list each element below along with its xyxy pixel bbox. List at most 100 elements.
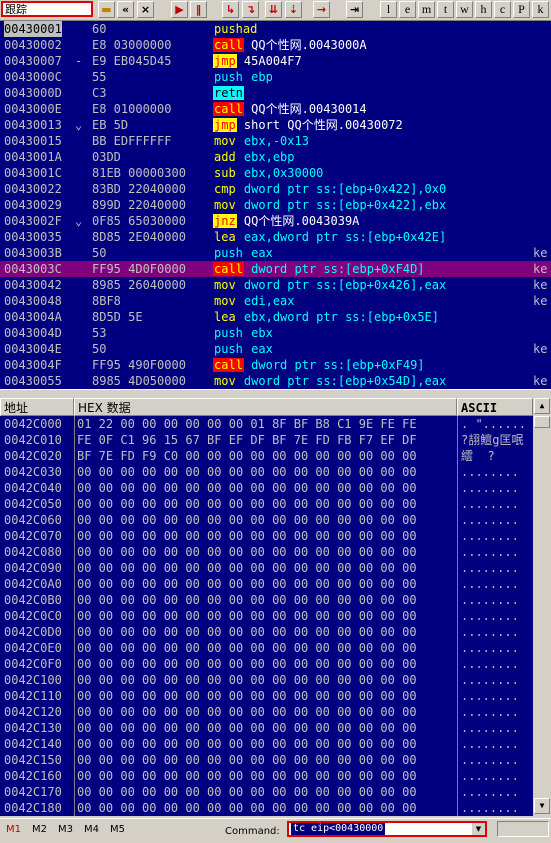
disasm-row[interactable]: 00430013 ⌄ EB 5D jmp short QQ个性网.00430072	[0, 117, 551, 133]
dump-row[interactable]: 0042C060 00 00 00 00 00 00 00 00 00 00 00…	[0, 512, 533, 528]
dump-row[interactable]: 0042C0B0 00 00 00 00 00 00 00 00 00 00 00…	[0, 592, 533, 608]
threads-window-button[interactable]: t	[437, 1, 454, 18]
memory-window-button[interactable]: m	[418, 1, 435, 18]
disassembly-pane[interactable]: 00430001 60 pushad 00430002 E8 03000000 call …	[0, 21, 551, 389]
cpu-window-button[interactable]: c	[494, 1, 511, 18]
dump-row[interactable]: 0042C030 00 00 00 00 00 00 00 00 00 00 00…	[0, 464, 533, 480]
mnemonic: call	[213, 102, 244, 116]
disasm-row[interactable]: 0043003C FF95 4D0F0000 call dword ptr ss:[…	[0, 261, 551, 277]
dump-row[interactable]: 0042C160 00 00 00 00 00 00 00 00 00 00 00…	[0, 768, 533, 784]
rewind-icon[interactable]: «	[117, 1, 134, 18]
disasm-row[interactable]: 0043000C 55 push ebp	[0, 69, 551, 85]
memory-tab-m2[interactable]: M2	[32, 824, 47, 835]
trace-into-icon[interactable]: ⇊	[265, 1, 282, 18]
chevron-down-icon[interactable]: ▼	[472, 823, 485, 835]
dump-row[interactable]: 0042C0D0 00 00 00 00 00 00 00 00 00 00 00…	[0, 624, 533, 640]
dump-scrollbar[interactable]: ▲ ▼	[533, 398, 551, 816]
scroll-down-icon[interactable]: ▼	[534, 798, 550, 814]
dump-hex: 00 00 00 00 00 00 00 00 00 00 00 00 00 0…	[77, 673, 417, 687]
disasm-address: 0043004A	[4, 310, 62, 324]
dump-row[interactable]: 0042C110 00 00 00 00 00 00 00 00 00 00 00…	[0, 688, 533, 704]
call-stack-window-button[interactable]: k	[532, 1, 549, 18]
dump-hex: FE 0F C1 96 15 67 BF EF DF BF 7E FD FB F…	[77, 433, 417, 447]
dump-row[interactable]: 0042C120 00 00 00 00 00 00 00 00 00 00 00…	[0, 704, 533, 720]
dump-row[interactable]: 0042C0E0 00 00 00 00 00 00 00 00 00 00 00…	[0, 640, 533, 656]
dump-header-address[interactable]: 地址	[0, 398, 74, 416]
disasm-instruction: mov dword ptr ss:[ebp+0x54D],eax	[213, 373, 446, 389]
dump-row[interactable]: 0042C000 01 22 00 00 00 00 00 00 01 8F BF…	[0, 416, 533, 432]
goto-icon[interactable]: ⇥	[346, 1, 363, 18]
disasm-hex: 8D85 2E040000	[92, 230, 186, 244]
dump-row[interactable]: 0042C0C0 00 00 00 00 00 00 00 00 00 00 00…	[0, 608, 533, 624]
disasm-row[interactable]: 00430001 60 pushad	[0, 21, 551, 37]
memory-tab-m1[interactable]: M1	[6, 824, 21, 835]
disasm-row[interactable]: 0043002F ⌄ 0F85 65030000 jnz QQ个性网.0043039A	[0, 213, 551, 229]
disasm-row[interactable]: 00430007- E9 EB045D45 jmp 45A004F7	[0, 53, 551, 69]
execute-till-return-icon[interactable]: →	[313, 1, 330, 18]
dump-hex: 00 00 00 00 00 00 00 00 00 00 00 00 00 0…	[77, 513, 417, 527]
scroll-thumb[interactable]	[534, 416, 550, 428]
step-into-icon[interactable]: ↳	[222, 1, 239, 18]
modules-window-button[interactable]: e	[399, 1, 416, 18]
disasm-row[interactable]: 00430015 BB EDFFFFFF mov ebx,-0x13	[0, 133, 551, 149]
disasm-row[interactable]: 00430035 8D85 2E040000 lea eax,dword ptr s…	[0, 229, 551, 245]
dump-row[interactable]: 0042C170 00 00 00 00 00 00 00 00 00 00 00…	[0, 784, 533, 800]
disasm-row[interactable]: 0043003B 50 push eax ke	[0, 245, 551, 261]
disasm-row[interactable]: 0043000E E8 01000000 call QQ个性网.00430014	[0, 101, 551, 117]
command-input[interactable]: tc eip<00430000 ▼	[287, 821, 487, 837]
disasm-instruction: cmp dword ptr ss:[ebp+0x422],0x0	[213, 181, 446, 197]
dump-pane[interactable]: 0042C000 01 22 00 00 00 00 00 00 01 8F BF…	[0, 416, 533, 816]
dump-row[interactable]: 0042C010 FE 0F C1 96 15 67 BF EF DF BF 7E…	[0, 432, 533, 448]
memory-tab-m3[interactable]: M3	[58, 824, 73, 835]
memory-tab-m5[interactable]: M5	[110, 824, 125, 835]
dump-row[interactable]: 0042C0A0 00 00 00 00 00 00 00 00 00 00 00…	[0, 576, 533, 592]
pause-icon[interactable]: ‖	[190, 1, 207, 18]
disasm-row[interactable]: 00430029 899D 22040000 mov dword ptr ss:[e…	[0, 197, 551, 213]
disasm-row[interactable]: 0043001A 03DD add ebx,ebp	[0, 149, 551, 165]
dump-row[interactable]: 0042C050 00 00 00 00 00 00 00 00 00 00 00…	[0, 496, 533, 512]
close-icon[interactable]: ×	[137, 1, 154, 18]
dump-row[interactable]: 0042C0F0 00 00 00 00 00 00 00 00 00 00 00…	[0, 656, 533, 672]
handles-window-button[interactable]: h	[475, 1, 492, 18]
operands: dword ptr ss:[ebp+0x54D],eax	[243, 374, 447, 388]
dump-hex: 00 00 00 00 00 00 00 00 00 00 00 00 00 0…	[77, 465, 417, 479]
dump-row[interactable]: 0042C040 00 00 00 00 00 00 00 00 00 00 00…	[0, 480, 533, 496]
disasm-row[interactable]: 00430055 8985 4D050000 mov dword ptr ss:[e…	[0, 373, 551, 389]
dump-header-ascii[interactable]: ASCII	[457, 398, 533, 416]
dump-address: 0042C180	[4, 801, 62, 815]
dump-row[interactable]: 0042C180 00 00 00 00 00 00 00 00 00 00 00…	[0, 800, 533, 816]
jump-marker: -	[75, 54, 83, 68]
log-window-button[interactable]: l	[380, 1, 397, 18]
disasm-instruction: mov ebx,-0x13	[213, 133, 309, 149]
disasm-row[interactable]: 0043001C 81EB 00000300 sub ebx,0x30000	[0, 165, 551, 181]
memory-tab-m4[interactable]: M4	[84, 824, 99, 835]
dump-row[interactable]: 0042C070 00 00 00 00 00 00 00 00 00 00 00…	[0, 528, 533, 544]
disasm-row[interactable]: 00430002 E8 03000000 call QQ个性网.0043000A	[0, 37, 551, 53]
disasm-row[interactable]: 0043004F FF95 490F0000 call dword ptr ss:[…	[0, 357, 551, 373]
disasm-row[interactable]: 0043000D C3 retn	[0, 85, 551, 101]
disasm-row[interactable]: 00430022 83BD 22040000 cmp dword ptr ss:[e…	[0, 181, 551, 197]
disasm-row[interactable]: 0043004A 8D5D 5E lea ebx,dword ptr ss:[ebp…	[0, 309, 551, 325]
disasm-row[interactable]: 00430042 8985 26040000 mov dword ptr ss:[e…	[0, 277, 551, 293]
dump-row[interactable]: 0042C130 00 00 00 00 00 00 00 00 00 00 00…	[0, 720, 533, 736]
run-icon[interactable]: ▶	[171, 1, 188, 18]
disasm-row[interactable]: 0043004D 53 push ebx	[0, 325, 551, 341]
dump-row[interactable]: 0042C090 00 00 00 00 00 00 00 00 00 00 00…	[0, 560, 533, 576]
dump-header-hex[interactable]: HEX 数据	[74, 398, 457, 416]
command-label: Command:	[225, 826, 280, 837]
scroll-up-icon[interactable]: ▲	[534, 398, 550, 414]
dump-row[interactable]: 0042C140 00 00 00 00 00 00 00 00 00 00 00…	[0, 736, 533, 752]
dump-row[interactable]: 0042C150 00 00 00 00 00 00 00 00 00 00 00…	[0, 752, 533, 768]
command-value[interactable]: tc eip<00430000	[291, 823, 386, 835]
disasm-row[interactable]: 0043004E 50 push eax ke	[0, 341, 551, 357]
disasm-row[interactable]: 00430048 8BF8 mov edi,eax ke	[0, 293, 551, 309]
patches-window-button[interactable]: P	[513, 1, 530, 18]
trace-over-icon[interactable]: ⇣	[285, 1, 302, 18]
step-over-icon[interactable]: ↴	[242, 1, 259, 18]
windows-window-button[interactable]: w	[456, 1, 473, 18]
dump-row[interactable]: 0042C020 BF 7E FD F9 C0 00 00 00 00 00 00…	[0, 448, 533, 464]
dump-row[interactable]: 0042C080 00 00 00 00 00 00 00 00 00 00 00…	[0, 544, 533, 560]
dump-row[interactable]: 0042C100 00 00 00 00 00 00 00 00 00 00 00…	[0, 672, 533, 688]
open-folder-icon[interactable]: ▬	[98, 1, 115, 18]
disasm-hex: FF95 490F0000	[92, 358, 186, 372]
